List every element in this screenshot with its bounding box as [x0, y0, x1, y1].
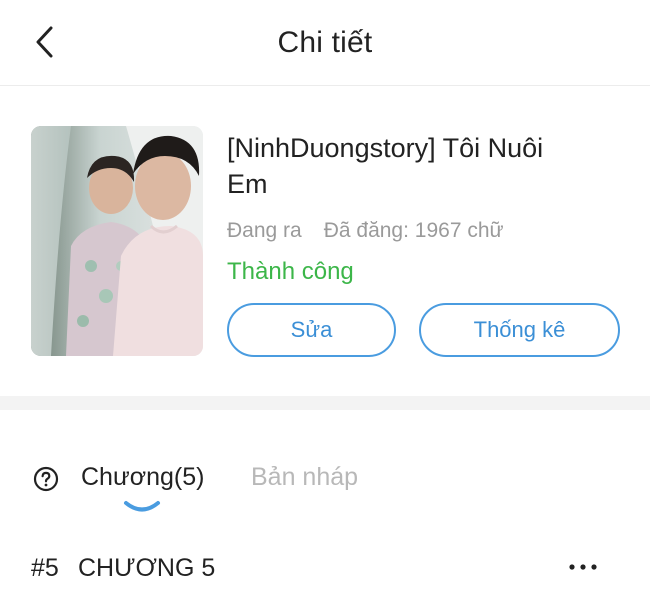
page-title: Chi tiết: [277, 26, 373, 59]
chapter-more-button[interactable]: [566, 556, 600, 578]
chapter-title: CHƯƠNG 5: [78, 554, 216, 582]
edit-button[interactable]: Sửa: [227, 303, 396, 357]
more-horizontal-icon: [569, 564, 597, 570]
top-bar: Chi tiết: [0, 0, 650, 86]
tab-chapters[interactable]: Chương(5): [81, 463, 204, 492]
chapter-tabs: Chương(5) Bản nháp: [0, 410, 650, 520]
stats-button[interactable]: Thống kê: [419, 303, 620, 357]
section-divider: [0, 396, 650, 410]
book-cover[interactable]: [31, 126, 203, 356]
result-status: Thành công: [227, 258, 354, 285]
question-circle-icon: [33, 466, 59, 492]
publish-status: Đang ra: [227, 219, 302, 242]
chapter-row[interactable]: #5 CHƯƠNG 5: [0, 540, 650, 594]
active-tab-indicator: [124, 501, 160, 512]
word-count: Đã đăng: 1967 chữ: [323, 219, 504, 242]
edit-button-label: Sửa: [290, 317, 333, 342]
stats-button-label: Thống kê: [473, 317, 566, 342]
book-detail-card: [NinhDuongstory] Tôi Nuôi Em Đang ra Đã đ…: [0, 86, 650, 396]
tab-drafts[interactable]: Bản nháp: [251, 463, 358, 492]
help-button[interactable]: [33, 466, 59, 492]
book-cover-photo: [31, 126, 203, 356]
book-title: [NinhDuongstory] Tôi Nuôi Em: [227, 133, 544, 199]
chapter-number: #5: [31, 554, 59, 582]
book-meta: Đang ra Đã đăng: 1967 chữ: [227, 219, 504, 243]
